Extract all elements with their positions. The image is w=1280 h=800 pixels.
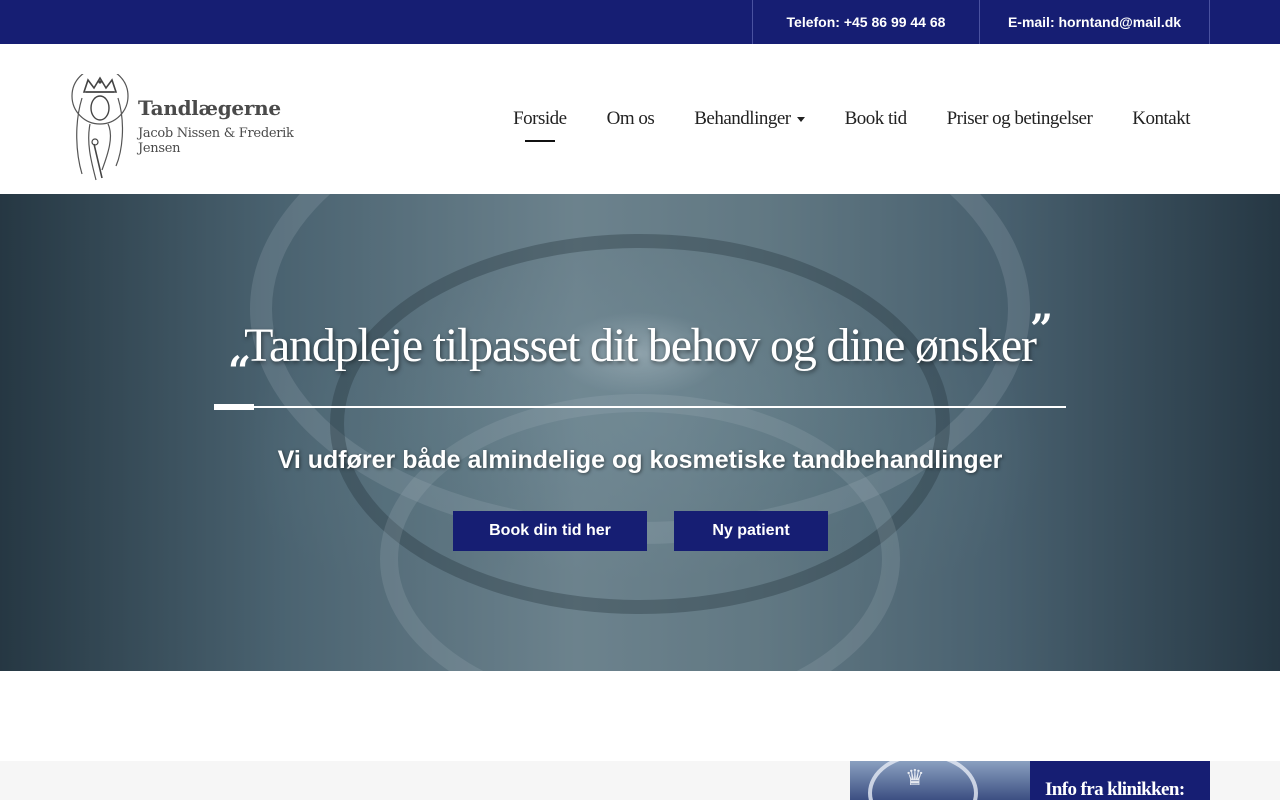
nav-item-kontakt[interactable]: Kontakt [1132,108,1190,130]
logo-title: Tandlægerne [138,96,281,120]
logo-subtitle: Jacob Nissen & Frederik Jensen [138,126,294,156]
nav-item-om-os[interactable]: Om os [607,108,655,130]
hero-quote: Tandpleje tilpasset dit behov og dine øn… [244,319,1037,372]
site-header: Tandlægerne Jacob Nissen & Frederik Jens… [0,44,1280,194]
phone-link[interactable]: Telefon: +45 86 99 44 68 [752,0,979,44]
caret-down-icon [796,117,805,123]
book-appointment-button[interactable]: Book din tid her [453,511,647,551]
nav-item-priser[interactable]: Priser og betingelser [947,108,1093,130]
divider-accent [214,404,254,410]
new-patient-button[interactable]: Ny patient [674,511,828,551]
nav-item-book-tid[interactable]: Book tid [845,108,907,130]
nav-item-label: Behandlinger [694,108,791,129]
contact-bar: Telefon: +45 86 99 44 68 E-mail: horntan… [0,0,1280,44]
saint-logo-icon [71,74,129,181]
hero-subtitle: Vi udfører både almindelige og kosmetisk… [277,446,1003,474]
nav-item-behandlinger[interactable]: Behandlinger [694,108,805,130]
hero-banner [0,194,1280,671]
divider [214,406,1066,408]
close-quote-icon: ” [1030,306,1054,353]
hero-overlay [0,194,1280,671]
nav-item-forside[interactable]: Forside [513,108,567,130]
info-title: Info fra klinikken: [1045,779,1185,800]
logo[interactable]: Tandlægerne Jacob Nissen & Frederik Jens… [68,74,318,184]
info-panel: Info fra klinikken: [1030,761,1210,800]
crown-icon: ♛ [905,765,925,790]
info-image: ♛ [850,761,1030,800]
main-nav: Forside Om os Behandlinger Book tid Pris… [473,44,1190,194]
email-link[interactable]: E-mail: horntand@mail.dk [979,0,1210,44]
